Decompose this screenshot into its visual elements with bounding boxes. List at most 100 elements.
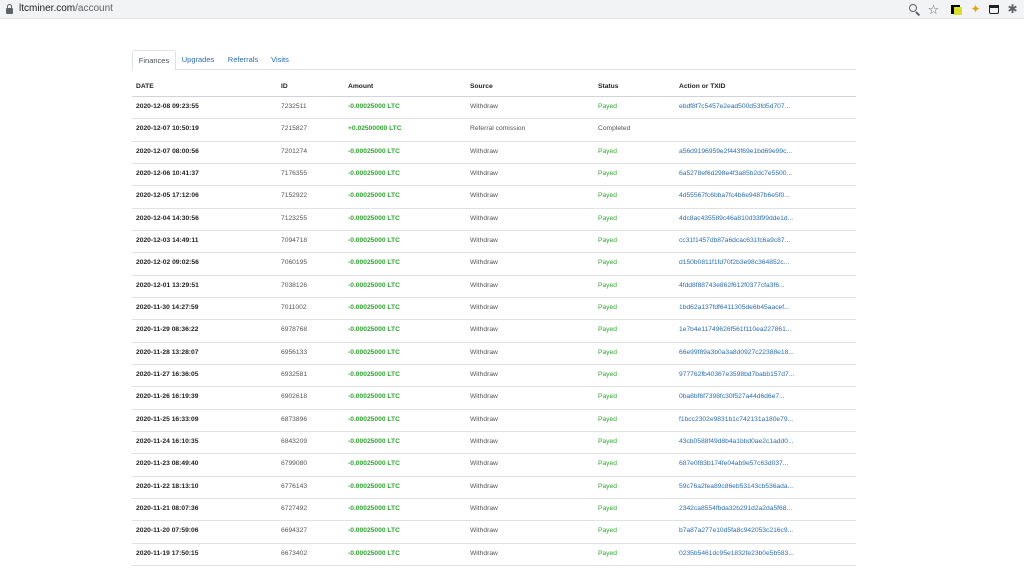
cell-txid[interactable]: 687e0f83b174fe04ab9e57c63d037...: [679, 454, 854, 474]
extension-icon[interactable]: [988, 3, 1001, 16]
table-row: 2020-11-19 17:50:15 6673402 -0.00025000 LT…: [132, 544, 856, 566]
cell-amount: -0.00025000 LTC: [348, 415, 400, 423]
cell-amount: -0.00025000 LTC: [348, 460, 400, 468]
table-row: 2020-12-02 09:02:56 7060195 -0.00025000 LT…: [132, 253, 856, 276]
cell-id: 7123255: [281, 214, 308, 222]
cell-status: Completed: [598, 125, 631, 133]
cell-id: 6902618: [281, 393, 308, 401]
cell-source: Withdraw: [470, 147, 498, 155]
table-row: 2020-12-08 09:23:55 7232511 -0.00025000 LT…: [132, 97, 856, 120]
cell-txid[interactable]: a56d9196959e2f443f69e1bd69e99c...: [679, 142, 854, 162]
cell-txid[interactable]: b7a87a277e10d5fa8c942053c216c9...: [679, 521, 854, 541]
cell-source: Withdraw: [470, 236, 498, 244]
extension-icon[interactable]: ✦: [969, 3, 982, 16]
cell-amount: -0.00025000 LTC: [348, 303, 400, 311]
cell-date: 2020-11-27 16:36:05: [136, 370, 199, 378]
browser-address-bar[interactable]: ltcminer.com/account ☆ ✦ ✱: [0, 0, 1024, 19]
cell-source: Withdraw: [470, 303, 498, 311]
cell-amount: -0.00025000 LTC: [348, 236, 400, 244]
cell-txid[interactable]: 43cb0588f49d8b4a1bbd0ae2c1add0...: [679, 432, 854, 452]
table-row: 2020-11-25 16:33:09 6873896 -0.00025000 LT…: [132, 410, 856, 432]
cell-date: 2020-11-24 16:10:35: [136, 437, 199, 445]
cell-source: Withdraw: [470, 348, 498, 356]
cell-amount: -0.00025000 LTC: [348, 169, 400, 177]
cell-txid[interactable]: 0235b5461dc95e1832fe23b0e5b583...: [679, 544, 854, 564]
cell-status: Payed: [598, 460, 617, 468]
cell-txid[interactable]: 4d55567fc6bba7fc4b6e9487b6e5f0...: [679, 186, 854, 206]
cell-status: Payed: [598, 103, 617, 110]
tab-upgrades[interactable]: Upgrades: [180, 50, 216, 70]
table-row: 2020-12-04 14:30:56 7123255 -0.00025000 LT…: [132, 209, 856, 231]
puzzle-icon[interactable]: ✱: [1006, 3, 1019, 16]
cell-id: 6727492: [281, 504, 308, 512]
cell-amount: -0.00025000 LTC: [348, 393, 400, 401]
account-tabs: Finances Upgrades Referrals Visits: [132, 50, 856, 71]
cell-source: Referral comission: [470, 125, 526, 133]
cell-status: Payed: [598, 370, 617, 378]
cell-status: Payed: [598, 504, 617, 512]
cell-txid[interactable]: 59c76a2fea89c86eb53143cb536ada...: [679, 477, 854, 497]
cell-txid[interactable]: f1bcc2302e9831b1c742131a180e79...: [679, 410, 854, 430]
cell-id: 7094718: [281, 236, 308, 244]
header-date: DATE: [136, 83, 154, 90]
lock-icon[interactable]: [6, 4, 13, 14]
cell-txid[interactable]: 6a5278ef6d298e4f3a85b2dc7e5500...: [679, 164, 854, 184]
cell-date: 2020-11-23 08:49:40: [136, 460, 199, 468]
cell-status: Payed: [598, 303, 617, 311]
cell-date: 2020-11-30 14:27:59: [136, 303, 199, 311]
cell-status: Payed: [598, 326, 617, 334]
table-row: 2020-12-07 10:50:19 7215827 +0.02500000 LT…: [132, 119, 856, 142]
cell-id: 7152922: [281, 192, 308, 200]
table-row: 2020-12-06 10:41:37 7176355 -0.00025000 LT…: [132, 164, 856, 187]
cell-id: 6956133: [281, 348, 308, 356]
cell-id: 6799080: [281, 460, 308, 468]
table-row: 2020-11-23 08:49:40 6799080 -0.00025000 LT…: [132, 454, 856, 477]
extension-icon[interactable]: [950, 3, 963, 16]
cell-txid[interactable]: 0ba8bf6f7398fc30f527a44d6d6e7...: [679, 387, 854, 407]
cell-status: Payed: [598, 393, 617, 401]
cell-id: 7176355: [281, 169, 308, 177]
table-row: 2020-11-30 14:27:59 7011002 -0.00025000 LT…: [132, 298, 856, 321]
header-txid: Action or TXID: [679, 83, 726, 90]
cell-amount: -0.00025000 LTC: [348, 103, 400, 110]
cell-txid[interactable]: 4dc8ac435589c46a810d33f99dde1d...: [679, 209, 854, 229]
cell-txid[interactable]: 66e99f89a3b0a3a8d0927c22388e18...: [679, 343, 854, 363]
cell-txid[interactable]: 1bd62a137fdf6411305de6b45aacef...: [679, 298, 854, 318]
cell-amount: -0.00025000 LTC: [348, 214, 400, 222]
cell-date: 2020-11-26 16:19:39: [136, 393, 199, 401]
cell-source: Withdraw: [470, 415, 498, 423]
tab-visits[interactable]: Visits: [268, 50, 292, 70]
cell-source: Withdraw: [470, 169, 498, 177]
cell-status: Payed: [598, 192, 617, 200]
cell-txid[interactable]: 1e7b4e11749626f561f110ea227861...: [679, 320, 854, 340]
url-text[interactable]: ltcminer.com/account: [19, 3, 113, 15]
tab-finances[interactable]: Finances: [132, 50, 176, 71]
cell-date: 2020-11-19 17:50:15: [136, 549, 199, 557]
cell-source: Withdraw: [470, 103, 498, 110]
cell-txid[interactable]: ebdf8f7c5457e2ead500d53fd5d707...: [679, 97, 854, 117]
cell-status: Payed: [598, 259, 617, 267]
cell-txid[interactable]: 2342ca8554fbda32b291d2a2da5f68...: [679, 499, 854, 519]
tab-referrals[interactable]: Referrals: [224, 50, 262, 70]
cell-id: 7215827: [281, 125, 308, 133]
header-source: Source: [470, 83, 493, 90]
zoom-icon[interactable]: [908, 3, 921, 16]
cell-txid[interactable]: 4fdd8f88743e862f612f0377cfa3f6...: [679, 276, 854, 296]
cell-status: Payed: [598, 549, 617, 557]
cell-amount: -0.00025000 LTC: [348, 482, 400, 490]
cell-amount: -0.00025000 LTC: [348, 437, 400, 445]
cell-source: Withdraw: [470, 192, 498, 200]
cell-id: 7011002: [281, 303, 307, 311]
cell-txid[interactable]: cc31f1457db87a6dcac631fc6a9c87...: [679, 231, 854, 251]
cell-txid[interactable]: 977762fb40367e3598bd7babb157d7...: [679, 365, 854, 385]
cell-source: Withdraw: [470, 549, 498, 557]
cell-source: Withdraw: [470, 281, 498, 289]
cell-source: Withdraw: [470, 504, 498, 512]
cell-id: 6932581: [281, 370, 308, 378]
cell-txid[interactable]: d150b0811f1fd70f2b3e98c364852c...: [679, 253, 854, 273]
cell-id: 7038126: [281, 281, 308, 289]
star-icon[interactable]: ☆: [927, 3, 940, 16]
cell-id: 6873896: [281, 415, 308, 423]
cell-date: 2020-12-02 09:02:56: [136, 259, 199, 267]
cell-source: Withdraw: [470, 482, 498, 490]
